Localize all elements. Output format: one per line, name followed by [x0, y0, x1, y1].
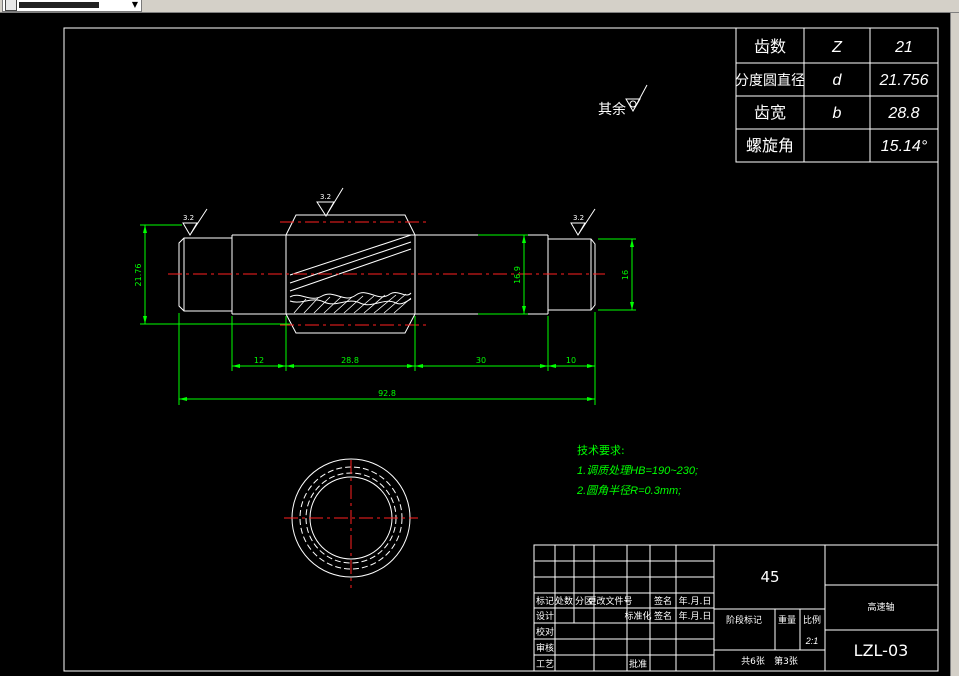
dim-len-10: 10 — [566, 356, 576, 365]
roughness-other-circle — [629, 100, 637, 108]
tb-stage-mark: 阶段标记 — [726, 614, 762, 626]
tb-sheet-total: 共6张 — [741, 656, 765, 667]
param-name-helix-angle: 螺旋角 — [746, 136, 794, 155]
dimension-arrows — [143, 225, 634, 401]
param-symbol-teeth: Z — [831, 39, 843, 56]
layer-combo[interactable]: ▼ — [2, 0, 142, 12]
toolbar: ▼ — [0, 0, 959, 13]
tb-sheet-number: 第3张 — [774, 655, 798, 667]
roughness-mid-value: 3.2 — [320, 193, 331, 201]
param-name-face-width: 齿宽 — [754, 103, 786, 122]
tb-part-name: 高速轴 — [867, 601, 894, 613]
tb-check: 校对 — [536, 626, 554, 638]
roughness-right-value: 3.2 — [573, 214, 584, 222]
param-value-teeth: 21 — [894, 39, 913, 56]
tb-ratio: 比例 — [803, 614, 821, 626]
param-value-face-width: 28.8 — [887, 105, 919, 122]
tech-line-2: 2.圆角半径R=0.3mm; — [576, 484, 681, 497]
tb-design: 设计 — [536, 610, 554, 622]
drawing-canvas[interactable]: 齿数 Z 21 分度圆直径 d 21.756 齿宽 b 28.8 螺旋角 15.… — [0, 13, 950, 676]
tb-craft: 工艺 — [536, 659, 554, 670]
center-lines — [168, 221, 605, 326]
param-symbol-face-width: b — [833, 105, 842, 122]
dim-len-30: 30 — [476, 356, 486, 365]
drawing-frame — [63, 27, 939, 672]
param-name-teeth: 齿数 — [754, 37, 786, 56]
param-value-pitch-diameter: 21.756 — [879, 72, 929, 89]
tb-weight: 重量 — [778, 614, 796, 626]
tb-standardization: 标准化 — [624, 610, 651, 622]
layer-icon — [5, 0, 17, 11]
tb-review: 审核 — [536, 642, 554, 654]
tech-title: 技术要求: — [577, 444, 625, 457]
vertical-scrollbar[interactable] — [950, 13, 959, 676]
layer-name-bar — [19, 2, 99, 8]
dim-len-288: 28.8 — [341, 356, 359, 365]
dim-diameter-mid: 16.9 — [513, 266, 522, 284]
param-name-pitch-diameter: 分度圆直径 — [735, 72, 805, 89]
chevron-down-icon[interactable]: ▼ — [132, 1, 138, 9]
tb-signature-2: 签名 — [654, 610, 672, 622]
dimension-lines — [140, 224, 636, 405]
tb-signature: 签名 — [654, 595, 672, 607]
roughness-symbols — [182, 187, 596, 236]
tb-approve: 批准 — [629, 658, 647, 670]
dim-len-12: 12 — [254, 356, 264, 365]
dim-total-length: 92.8 — [378, 389, 396, 398]
tech-line-1: 1.调质处理HB=190~230; — [577, 464, 698, 477]
tb-material: 45 — [760, 568, 779, 586]
tb-drawing-number: LZL-03 — [854, 641, 909, 660]
tb-date-2: 年.月.日 — [679, 610, 712, 622]
tb-mark: 标记 — [536, 595, 554, 607]
tb-doc-no: 更改文件号 — [587, 595, 632, 607]
tb-scale-value: 2:1 — [805, 636, 819, 646]
roughness-other-symbol — [625, 84, 648, 112]
roughness-left-value: 3.2 — [183, 214, 194, 222]
dim-diameter-left: 21.76 — [134, 264, 143, 287]
param-symbol-pitch-diameter: d — [833, 72, 843, 89]
tb-date: 年.月.日 — [679, 595, 712, 607]
tb-count: 处数 — [555, 595, 573, 607]
end-view — [284, 458, 418, 588]
param-value-helix-angle: 15.14° — [881, 138, 928, 155]
dim-diameter-right: 16 — [621, 270, 630, 280]
roughness-other-label: 其余 — [598, 101, 626, 118]
cad-drawing: 齿数 Z 21 分度圆直径 d 21.756 齿宽 b 28.8 螺旋角 15.… — [63, 27, 939, 672]
